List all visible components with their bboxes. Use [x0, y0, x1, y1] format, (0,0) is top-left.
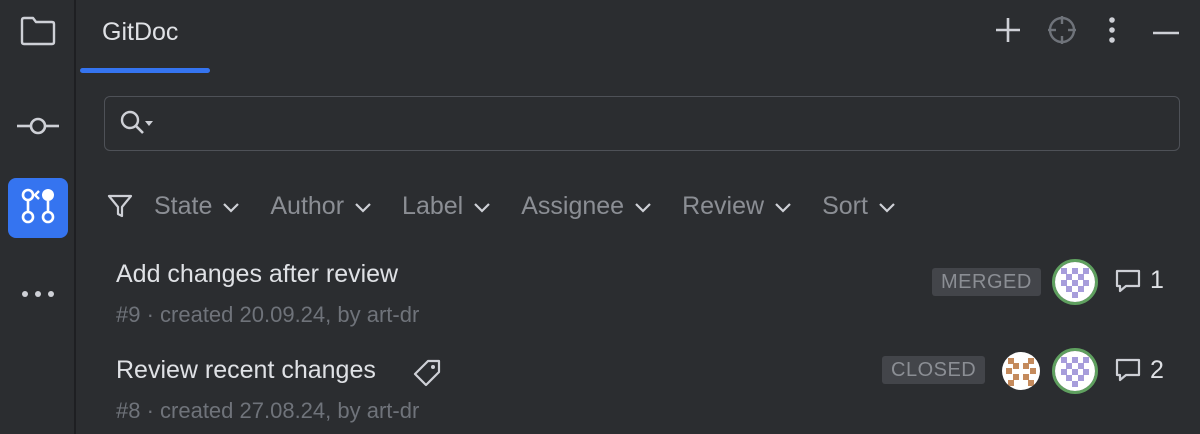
- tab-gitdoc[interactable]: GitDoc: [102, 18, 178, 47]
- chevron-down-icon: [222, 192, 240, 221]
- filter-assignee-label: Assignee: [521, 191, 625, 220]
- chevron-down-icon: [354, 192, 372, 221]
- search-input[interactable]: [165, 107, 1155, 141]
- tag-icon: [412, 358, 442, 393]
- comment-count: 1: [1150, 266, 1164, 294]
- crosshair-icon: [1046, 14, 1078, 51]
- filter-state[interactable]: State: [154, 192, 240, 221]
- search-icon[interactable]: [119, 109, 159, 142]
- filter-bar: State Author Label Assignee Review Sort: [106, 186, 926, 226]
- filter-author-label: Author: [270, 191, 345, 220]
- minimize-icon: [1152, 23, 1180, 41]
- more-vertical-icon: [1108, 16, 1116, 49]
- stripe-commit-button[interactable]: [8, 98, 68, 158]
- chevron-down-icon: [473, 192, 491, 221]
- filter-label-label: Label: [402, 191, 464, 220]
- chevron-down-icon: [774, 192, 792, 221]
- pr-title: Review recent changes: [116, 356, 376, 384]
- pr-subtitle: #9 · created 20.09.24, by art-dr: [116, 302, 420, 327]
- plus-icon: [994, 16, 1022, 49]
- hide-button[interactable]: [1148, 14, 1184, 50]
- chevron-down-icon: [878, 192, 896, 221]
- avatar: [1002, 352, 1040, 390]
- filter-icon[interactable]: [106, 192, 134, 220]
- filter-review[interactable]: Review: [682, 192, 792, 221]
- panel-header: GitDoc: [76, 0, 1200, 73]
- avatar: [1052, 259, 1098, 305]
- comment-icon: [1114, 357, 1142, 388]
- search-field[interactable]: [104, 96, 1180, 151]
- commit-icon: [16, 115, 60, 142]
- comment-icon: [1114, 268, 1142, 299]
- tool-window-stripe: [0, 0, 76, 434]
- folder-icon: [19, 15, 57, 52]
- stripe-project-button[interactable]: [8, 3, 68, 63]
- locate-button[interactable]: [1044, 14, 1080, 50]
- add-button[interactable]: [990, 14, 1026, 50]
- filter-sort[interactable]: Sort: [822, 192, 896, 221]
- filter-sort-label: Sort: [822, 191, 868, 220]
- filter-author[interactable]: Author: [270, 192, 372, 221]
- more-icon: [20, 285, 56, 303]
- status-badge: MERGED: [932, 268, 1041, 296]
- pull-request-row[interactable]: Add changes after review #9 · created 20…: [76, 252, 1200, 348]
- filter-label[interactable]: Label: [402, 192, 491, 221]
- pr-subtitle: #8 · created 27.08.24, by art-dr: [116, 398, 420, 423]
- active-tab-indicator: [80, 68, 210, 73]
- avatar: [1052, 348, 1098, 394]
- pull-request-row[interactable]: Review recent changes #8 · created 27.08…: [76, 348, 1200, 434]
- filter-review-label: Review: [682, 191, 765, 220]
- chevron-down-icon: [634, 192, 652, 221]
- app-root: GitDoc State Author Label Assignee Revie…: [0, 0, 1200, 434]
- status-badge: CLOSED: [882, 356, 986, 384]
- filter-assignee[interactable]: Assignee: [521, 192, 652, 221]
- options-button[interactable]: [1094, 14, 1130, 50]
- stripe-more-button[interactable]: [8, 264, 68, 324]
- pr-title: Add changes after review: [116, 260, 399, 288]
- pull-requests-icon: [18, 185, 58, 232]
- filter-state-label: State: [154, 191, 213, 220]
- stripe-pull-requests-button[interactable]: [8, 178, 68, 238]
- comment-count: 2: [1150, 356, 1164, 384]
- pull-requests-panel: GitDoc State Author Label Assignee Revie…: [76, 0, 1200, 434]
